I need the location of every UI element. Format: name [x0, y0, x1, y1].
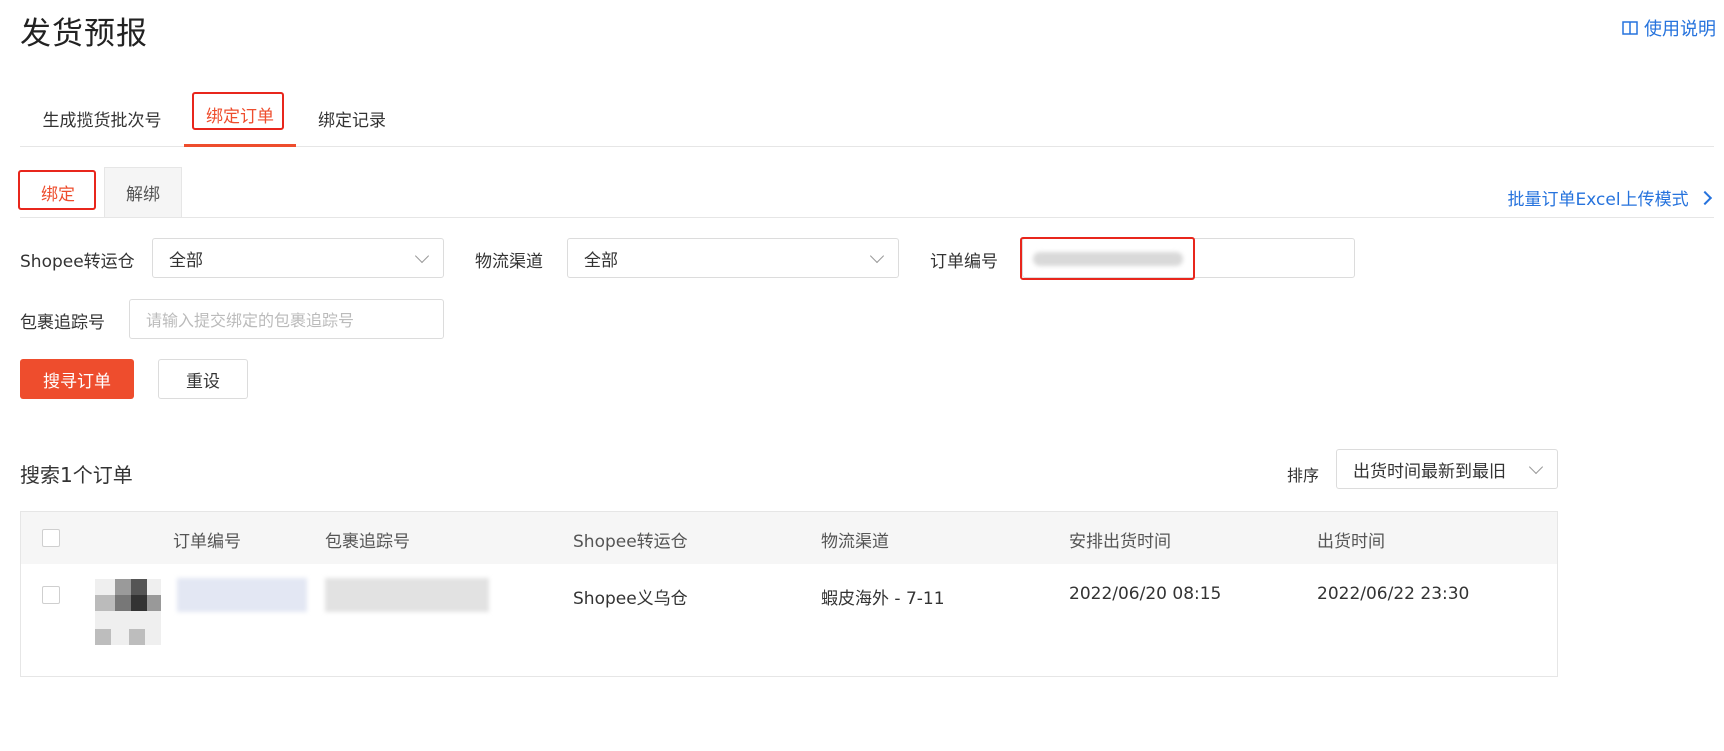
column-header: 安排出货时间 — [1069, 532, 1171, 552]
redacted-tracking-number — [325, 578, 489, 612]
tab-label: 生成揽货批次号 — [42, 110, 162, 131]
highlight-box — [18, 170, 96, 210]
channel-label: 物流渠道 — [475, 252, 543, 272]
column-header: Shopee转运仓 — [573, 532, 688, 552]
tracking-input[interactable]: 请输入提交绑定的包裹追踪号 — [129, 299, 444, 339]
channel-select[interactable]: 全部 — [567, 238, 899, 278]
warehouse-select-value: 全部 — [169, 250, 203, 271]
product-thumbnail — [95, 579, 161, 645]
redacted-order-number[interactable] — [177, 578, 307, 612]
book-icon — [1622, 21, 1638, 35]
search-button-label: 搜寻订单 — [43, 371, 111, 392]
tab-label: 绑定订单 — [206, 106, 274, 127]
reset-button[interactable]: 重设 — [158, 359, 248, 399]
tab-label: 绑定记录 — [318, 110, 386, 131]
tracking-input-placeholder: 请输入提交绑定的包裹追踪号 — [146, 311, 355, 330]
cell-ship-time: 2022/06/22 23:30 — [1317, 584, 1470, 604]
warehouse-label: Shopee转运仓 — [20, 252, 135, 272]
page-title: 发货预报 — [20, 16, 148, 52]
result-count: 搜索1个订单 — [20, 463, 133, 487]
search-button[interactable]: 搜寻订单 — [20, 359, 134, 399]
orders-table: 订单编号 包裹追踪号 Shopee转运仓 物流渠道 安排出货时间 出货时间 Sh… — [20, 511, 1558, 677]
sort-select[interactable]: 出货时间最新到最旧 — [1336, 449, 1558, 489]
reset-button-label: 重设 — [186, 371, 220, 392]
chevron-down-icon — [1528, 459, 1544, 475]
batch-upload-link[interactable]: 批量订单Excel上传模式 — [1507, 185, 1713, 210]
subtab-bind[interactable]: 绑定 — [18, 167, 96, 217]
batch-upload-label: 批量订单Excel上传模式 — [1507, 190, 1689, 210]
help-link[interactable]: 使用说明 — [1622, 15, 1716, 41]
subtab-label: 解绑 — [126, 185, 160, 205]
main-tabs: 生成揽货批次号 绑定订单 绑定记录 — [20, 90, 1714, 147]
help-link-label: 使用说明 — [1644, 19, 1716, 40]
tab-active-underline — [184, 144, 296, 147]
table-header: 订单编号 包裹追踪号 Shopee转运仓 物流渠道 安排出货时间 出货时间 — [21, 512, 1557, 564]
table-row: Shopee义乌仓 蝦皮海外 - 7-11 2022/06/20 08:15 2… — [21, 564, 1557, 676]
chevron-down-icon — [869, 248, 885, 264]
chevron-down-icon — [414, 248, 430, 264]
tab-generate-batch[interactable]: 生成揽货批次号 — [20, 90, 184, 146]
tracking-label: 包裹追踪号 — [20, 313, 105, 333]
tab-bind-records[interactable]: 绑定记录 — [296, 90, 408, 146]
sort-select-value: 出货时间最新到最旧 — [1353, 461, 1506, 482]
warehouse-select[interactable]: 全部 — [152, 238, 444, 278]
column-header: 物流渠道 — [821, 532, 889, 552]
cell-scheduled-time: 2022/06/20 08:15 — [1069, 584, 1222, 604]
select-all-checkbox[interactable] — [42, 529, 60, 547]
order-no-label: 订单编号 — [930, 252, 998, 272]
sub-tabs: 绑定 解绑 — [18, 167, 1714, 218]
column-header: 出货时间 — [1317, 532, 1385, 552]
channel-select-value: 全部 — [584, 250, 618, 271]
sort-label: 排序 — [1287, 466, 1320, 485]
subtab-unbind[interactable]: 解绑 — [104, 167, 182, 217]
column-header: 订单编号 — [173, 532, 241, 552]
chevron-right-icon — [1697, 190, 1713, 206]
column-header: 包裹追踪号 — [325, 532, 410, 552]
highlight-box — [1020, 237, 1195, 280]
row-checkbox[interactable] — [42, 586, 60, 604]
cell-warehouse: Shopee义乌仓 — [573, 589, 688, 609]
tab-bind-order[interactable]: 绑定订单 — [184, 90, 296, 147]
cell-channel: 蝦皮海外 - 7-11 — [821, 589, 945, 609]
